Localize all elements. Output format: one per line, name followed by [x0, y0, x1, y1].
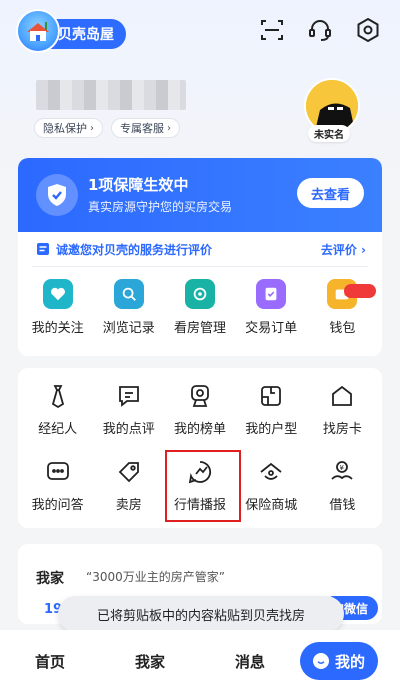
settings-icon[interactable]: [354, 16, 382, 44]
service-sell-house[interactable]: 卖房: [93, 458, 164, 518]
quick-item-label: 我的关注: [31, 321, 84, 336]
chevron-right-icon: ›: [90, 122, 94, 134]
header: 贝壳岛屋: [0, 0, 400, 64]
guarantee-banner[interactable]: 1项保障生效中 真实房源守护您的买房交易 去查看: [18, 158, 382, 232]
agent-icon: [43, 382, 73, 410]
view-guarantee-button[interactable]: 去查看: [296, 178, 364, 208]
heart-icon: [42, 279, 73, 309]
sell-tag-icon: [114, 458, 144, 486]
service-my-rankings[interactable]: 我的榜单: [164, 382, 235, 442]
brand-logo-icon: [16, 9, 60, 53]
quick-item-favorites[interactable]: 我的关注: [25, 279, 91, 336]
quick-item-history[interactable]: 浏览记录: [96, 279, 162, 336]
quick-item-viewings[interactable]: 看房管理: [167, 279, 233, 336]
wallet-notification-badge: [344, 284, 376, 298]
privacy-protection-tag[interactable]: 隐私保护 ›: [34, 118, 103, 138]
service-label: 卖房: [115, 498, 142, 513]
avatar-wrap[interactable]: 未实名: [304, 78, 364, 142]
service-house-card[interactable]: 找房卡: [307, 382, 378, 442]
service-label: 我的问答: [31, 498, 84, 513]
service-loan[interactable]: ¥ 借钱: [307, 458, 378, 518]
tab-me[interactable]: 我的: [300, 642, 378, 680]
unverified-badge: 未实名: [308, 125, 350, 142]
order-icon: [256, 279, 287, 309]
service-label: 保险商城: [245, 498, 298, 513]
service-my-qa[interactable]: 我的问答: [22, 458, 93, 518]
qa-icon: [43, 458, 73, 486]
scan-icon[interactable]: [258, 16, 286, 44]
house-card-icon: [327, 382, 357, 410]
quick-item-label: 看房管理: [173, 321, 226, 336]
tab-messages[interactable]: 消息: [200, 651, 300, 672]
account-card: 1项保障生效中 真实房源守护您的买房交易 去查看 诚邀您对贝壳的服务进行评价 去…: [18, 158, 382, 356]
username-redacted: [36, 80, 186, 110]
service-label: 经纪人: [38, 422, 78, 437]
brand-name: 贝壳岛屋: [58, 27, 114, 43]
service-my-floorplan[interactable]: 我的户型: [236, 382, 307, 442]
home-title: 我家: [36, 571, 64, 587]
tab-my-home[interactable]: 我家: [100, 651, 200, 672]
service-label: 我的户型: [245, 422, 298, 437]
tab-home[interactable]: 首页: [0, 651, 100, 672]
rank-icon: [185, 382, 215, 410]
floorplan-icon: [256, 382, 286, 410]
quick-item-orders[interactable]: 交易订单: [238, 279, 304, 336]
headset-icon[interactable]: [306, 16, 334, 44]
highlight-box: [165, 450, 241, 522]
house-view-icon: [184, 279, 215, 309]
service-label: 我的点评: [102, 422, 155, 437]
service-agent[interactable]: 经纪人: [22, 382, 93, 442]
services-card: 经纪人 我的点评 我的榜单 我的户型 找房卡 我的问答 卖房 行情播报 保险商城…: [18, 368, 382, 528]
profile-face-icon: [312, 653, 329, 669]
history-icon: [113, 279, 144, 309]
review-bar[interactable]: 诚邀您对贝壳的服务进行评价 去评价 ›: [18, 232, 382, 266]
insurance-icon: [256, 458, 286, 486]
comment-icon: [114, 382, 144, 410]
quick-item-label: 浏览记录: [102, 321, 155, 336]
guarantee-title: 1项保障生效中: [88, 176, 189, 194]
app-root: 贝壳岛屋 隐私保护 › 专属客服 › 未实名 1项保障生效中 真实房源守护您的买…: [0, 0, 400, 692]
review-doc-icon: [37, 243, 49, 255]
quick-item-label: 交易订单: [245, 321, 298, 336]
chevron-right-icon: ›: [167, 122, 171, 134]
chevron-right-icon: ›: [361, 242, 366, 257]
review-action[interactable]: 去评价 ›: [321, 241, 366, 258]
exclusive-service-label: 专属客服: [120, 122, 164, 135]
guarantee-subtitle: 真实房源守护您的买房交易: [88, 200, 233, 214]
loan-icon: ¥: [327, 458, 357, 486]
svg-text:¥: ¥: [340, 464, 345, 472]
service-label: 借钱: [329, 498, 356, 513]
clipboard-toast: 已将剪贴板中的内容粘贴到贝壳找房: [58, 596, 344, 632]
tab-me-label: 我的: [334, 652, 365, 671]
review-action-label: 去评价: [320, 242, 357, 257]
header-icons: [258, 16, 382, 44]
exclusive-service-tag[interactable]: 专属客服 ›: [111, 118, 180, 138]
profile: 隐私保护 › 专属客服 › 未实名: [34, 72, 374, 142]
shield-icon: [36, 174, 78, 216]
profile-tags: 隐私保护 › 专属客服 ›: [34, 118, 180, 138]
quick-item-label: 钱包: [329, 321, 356, 336]
service-insurance-mall[interactable]: 保险商城: [236, 458, 307, 518]
review-left: 诚邀您对贝壳的服务进行评价: [36, 241, 212, 258]
service-label: 我的榜单: [173, 422, 226, 437]
privacy-protection-label: 隐私保护: [43, 122, 87, 135]
quick-actions: 我的关注 浏览记录 看房管理 交易订单 钱包: [18, 267, 382, 336]
service-my-comments[interactable]: 我的点评: [93, 382, 164, 442]
review-text: 诚邀您对贝壳的服务进行评价: [56, 242, 213, 257]
tab-bar: 首页 我家 消息 我的: [0, 630, 400, 692]
home-slogan: “3000万业主的房产管家”: [86, 570, 225, 584]
service-label: 找房卡: [322, 422, 362, 437]
brand[interactable]: 贝壳岛屋: [16, 9, 126, 54]
brand-pill[interactable]: 贝壳岛屋: [16, 9, 126, 53]
